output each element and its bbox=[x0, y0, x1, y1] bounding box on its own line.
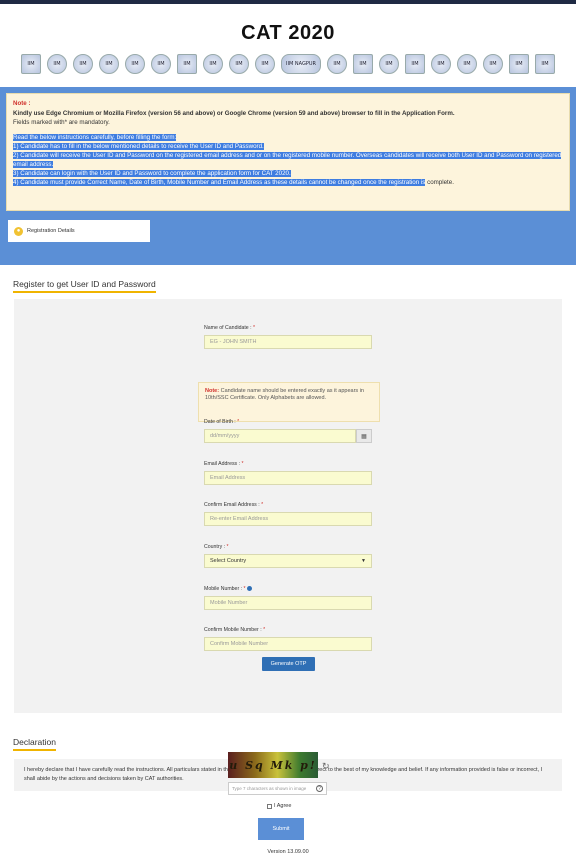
required-mark: * bbox=[237, 419, 240, 425]
country-select[interactable]: Select Country ▼ bbox=[204, 554, 372, 568]
institute-logo: IIM bbox=[21, 54, 41, 74]
institute-logo: IIM NAGPUR bbox=[281, 54, 321, 74]
institute-logo: IIM bbox=[255, 54, 275, 74]
name-input[interactable]: EG - JOHN SMITH bbox=[204, 335, 372, 349]
mobile-label: Mobile Number : bbox=[204, 586, 243, 592]
required-mark: * bbox=[253, 325, 256, 331]
agree-label: I Agree bbox=[274, 803, 292, 809]
institute-logo: IIM bbox=[47, 54, 67, 74]
refresh-icon[interactable]: ↻ bbox=[322, 761, 330, 772]
confirm-mobile-input[interactable]: Confirm Mobile Number bbox=[204, 637, 372, 651]
name-label: Name of Candidate : bbox=[204, 325, 252, 331]
agree-checkbox[interactable] bbox=[267, 803, 272, 809]
instructions-intro: Read the below instructions carefully, b… bbox=[13, 134, 177, 141]
captcha-input[interactable]: Type 7 characters as shown in image ? bbox=[228, 782, 327, 795]
browser-note: Kindly use Edge Chromium or Mozilla Fire… bbox=[13, 110, 455, 117]
generate-otp-button[interactable]: Generate OTP bbox=[262, 657, 315, 671]
institute-logo: IIM bbox=[151, 54, 171, 74]
mandatory-note: Fields marked with* are mandatory. bbox=[13, 119, 110, 126]
dob-field-group: Date of Birth : * dd/mm/yyyy ▦ bbox=[204, 419, 372, 443]
declaration-heading: Declaration bbox=[13, 737, 56, 751]
instruction-item: 3) Candidate can login with the User ID … bbox=[13, 170, 291, 177]
confirm-email-field-group: Confirm Email Address : * Re-enter Email… bbox=[204, 502, 372, 526]
dob-label: Date of Birth : bbox=[204, 419, 236, 425]
institute-logo: IIM bbox=[483, 54, 503, 74]
institute-logo: IIM bbox=[125, 54, 145, 74]
dob-input[interactable]: dd/mm/yyyy bbox=[204, 429, 356, 443]
institute-logo: IIM bbox=[99, 54, 119, 74]
version-text: Version 13.09.00 bbox=[267, 849, 309, 855]
note-label: Note : bbox=[13, 100, 31, 107]
mobile-input[interactable]: Mobile Number bbox=[204, 596, 372, 610]
name-note: Note: Candidate name should be entered e… bbox=[198, 382, 380, 422]
chevron-down-icon: ▼ bbox=[361, 558, 366, 564]
institute-logo: IIM bbox=[431, 54, 451, 74]
help-icon[interactable]: ? bbox=[316, 785, 323, 792]
mobile-field-group: Mobile Number : * Mobile Number bbox=[204, 586, 372, 610]
institute-logo: IIM bbox=[177, 54, 197, 74]
institute-logo: IIM bbox=[457, 54, 477, 74]
form-heading: Register to get User ID and Password bbox=[13, 279, 156, 293]
notice-box: Note : Kindly use Edge Chromium or Mozil… bbox=[6, 93, 570, 211]
user-icon: ● bbox=[14, 226, 23, 236]
captcha: u Sq Mk p! ↻ Type 7 characters as shown … bbox=[228, 752, 335, 795]
agree-checkbox-group: I Agree bbox=[267, 803, 291, 809]
captcha-placeholder: Type 7 characters as shown in image bbox=[232, 786, 307, 791]
instructions-band: Note : Kindly use Edge Chromium or Mozil… bbox=[0, 87, 576, 265]
registration-form: Name of Candidate : * EG - JOHN SMITH No… bbox=[14, 299, 562, 713]
confirm-mobile-field-group: Confirm Mobile Number : * Confirm Mobile… bbox=[204, 627, 372, 651]
country-field-group: Country : * Select Country ▼ bbox=[204, 544, 372, 568]
email-field-group: Email Address : * Email Address bbox=[204, 461, 372, 485]
calendar-icon[interactable]: ▦ bbox=[356, 429, 372, 443]
institute-logos: IIM IIM IIM IIM IIM IIM IIM IIM IIM IIM … bbox=[0, 51, 576, 77]
required-mark: * bbox=[241, 461, 244, 467]
institute-logo: IIM bbox=[509, 54, 529, 74]
top-bar bbox=[0, 0, 576, 4]
institute-logo: IIM bbox=[405, 54, 425, 74]
email-input[interactable]: Email Address bbox=[204, 471, 372, 485]
instruction-item: 1) Candidate has to fill in the below me… bbox=[13, 143, 264, 150]
institute-logo: IIM bbox=[535, 54, 555, 74]
institute-logo: IIM bbox=[353, 54, 373, 74]
institute-logo: IIM bbox=[73, 54, 93, 74]
instruction-item: 4) Candidate must provide Correct Name, … bbox=[13, 179, 426, 186]
name-note-label: Note: bbox=[205, 388, 220, 394]
confirm-email-input[interactable]: Re-enter Email Address bbox=[204, 512, 372, 526]
required-mark: * bbox=[243, 586, 246, 592]
institute-logo: IIM bbox=[379, 54, 399, 74]
required-mark: * bbox=[263, 627, 266, 633]
institute-logo: IIM bbox=[229, 54, 249, 74]
name-note-text: Candidate name should be entered exactly… bbox=[205, 388, 364, 401]
country-label: Country : bbox=[204, 544, 226, 550]
institute-logo: IIM bbox=[203, 54, 223, 74]
submit-button[interactable]: Submit bbox=[258, 818, 304, 840]
info-icon[interactable] bbox=[247, 586, 252, 592]
instruction-tail: complete. bbox=[425, 179, 454, 186]
captcha-image: u Sq Mk p! bbox=[228, 752, 318, 778]
required-mark: * bbox=[226, 544, 229, 550]
confirm-mobile-label: Confirm Mobile Number : bbox=[204, 627, 262, 633]
country-value: Select Country bbox=[210, 558, 247, 564]
tab-registration-details[interactable]: ● Registration Details bbox=[8, 220, 150, 242]
confirm-email-label: Confirm Email Address : bbox=[204, 502, 260, 508]
instruction-item: 2) Candidate will receive the User ID an… bbox=[13, 152, 562, 168]
tab-bar: ● Registration Details bbox=[6, 219, 570, 242]
name-field-group: Name of Candidate : * EG - JOHN SMITH bbox=[204, 325, 372, 349]
required-mark: * bbox=[261, 502, 264, 508]
institute-logo: IIM bbox=[327, 54, 347, 74]
email-label: Email Address : bbox=[204, 461, 241, 467]
tab-label: Registration Details bbox=[27, 228, 75, 234]
page-title: CAT 2020 bbox=[241, 22, 335, 44]
